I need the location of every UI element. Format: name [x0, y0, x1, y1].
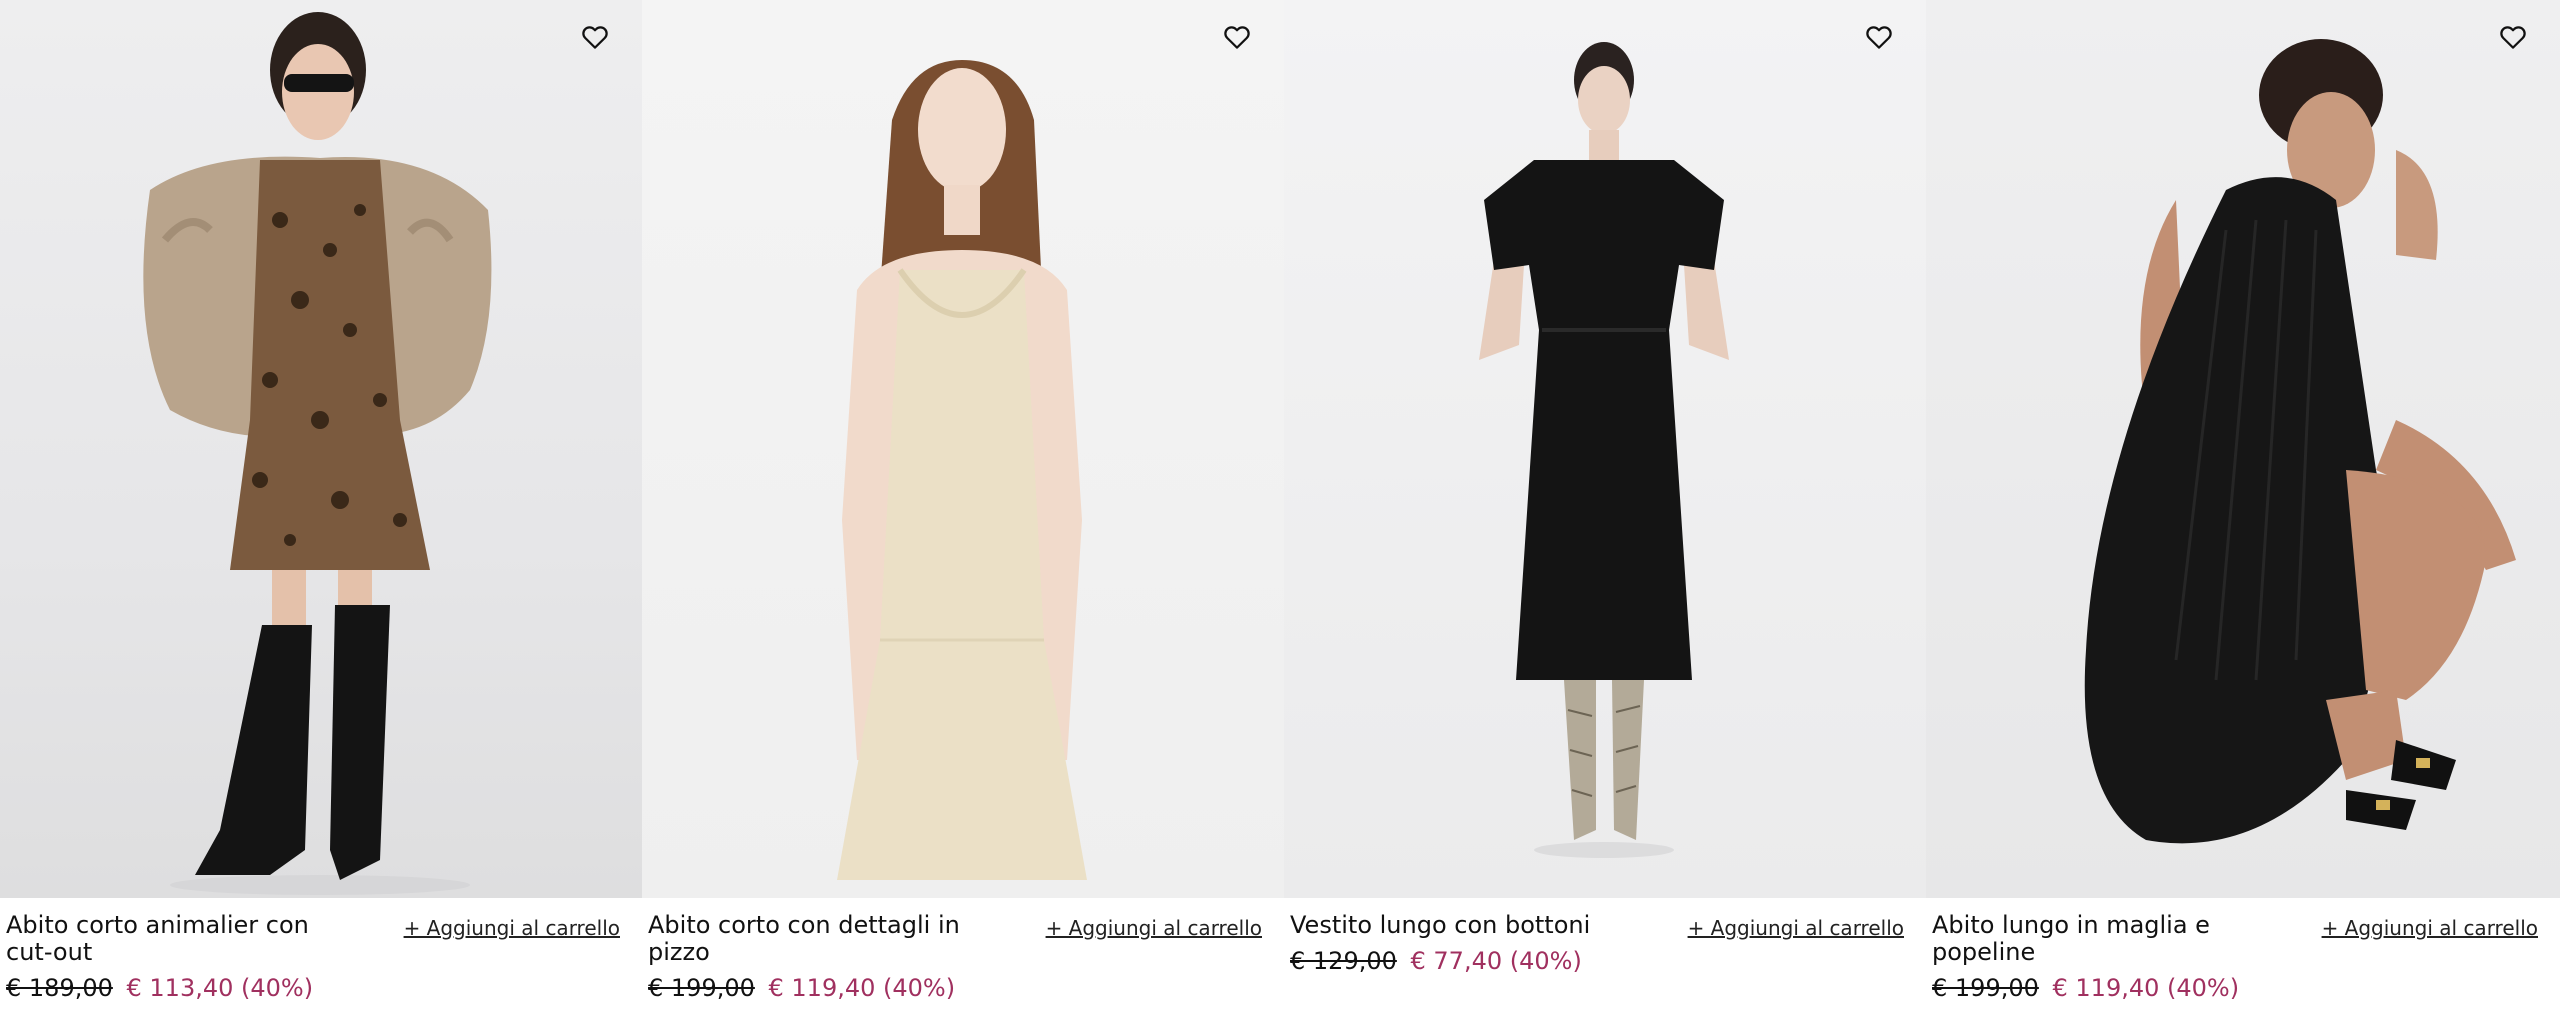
product-card: Abito corto con dettagli in pizzo + Aggi…	[642, 0, 1284, 1016]
product-info: Abito lungo in maglia e popeline + Aggiu…	[1926, 898, 2560, 1016]
original-price: € 189,00	[6, 974, 113, 1002]
original-price: € 199,00	[648, 974, 755, 1002]
product-image[interactable]	[1284, 0, 1926, 898]
heart-icon	[1224, 26, 1250, 49]
price-block: € 189,00 € 113,40 (40%)	[6, 974, 636, 1002]
model-photo-black-knit-dress	[2084, 39, 2516, 844]
product-card: Abito corto animalier con cut-out + Aggi…	[0, 0, 642, 1016]
wishlist-button[interactable]	[578, 20, 612, 54]
price-block: € 199,00 € 119,40 (40%)	[648, 974, 1278, 1002]
add-to-cart-link[interactable]: + Aggiungi al carrello	[2322, 916, 2538, 940]
model-photo-cream-lace-dress	[837, 60, 1087, 880]
product-name[interactable]: Abito corto con dettagli in pizzo	[648, 912, 978, 966]
sale-price: € 119,40 (40%)	[2052, 974, 2240, 1002]
model-photo-leopard-dress	[143, 12, 492, 895]
product-info: Abito corto con dettagli in pizzo + Aggi…	[642, 898, 1284, 1016]
product-info: Abito corto animalier con cut-out + Aggi…	[0, 898, 642, 1016]
wishlist-button[interactable]	[1862, 20, 1896, 54]
add-to-cart-link[interactable]: + Aggiungi al carrello	[404, 916, 620, 940]
product-image[interactable]	[642, 0, 1284, 898]
product-image[interactable]	[1926, 0, 2560, 898]
add-to-cart-link[interactable]: + Aggiungi al carrello	[1688, 916, 1904, 940]
product-image[interactable]	[0, 0, 642, 898]
sale-price: € 77,40 (40%)	[1410, 947, 1582, 975]
product-card: Vestito lungo con bottoni + Aggiungi al …	[1284, 0, 1926, 1016]
product-info: Vestito lungo con bottoni + Aggiungi al …	[1284, 898, 1926, 1016]
heart-icon	[582, 26, 608, 49]
product-grid: Abito corto animalier con cut-out + Aggi…	[0, 0, 2560, 1016]
heart-icon	[2500, 26, 2526, 49]
sale-price: € 113,40 (40%)	[126, 974, 314, 1002]
heart-icon	[1866, 26, 1892, 49]
price-block: € 129,00 € 77,40 (40%)	[1290, 947, 1920, 975]
product-name[interactable]: Vestito lungo con bottoni	[1290, 912, 1620, 939]
original-price: € 199,00	[1932, 974, 2039, 1002]
model-photo-black-midi-dress	[1479, 42, 1729, 858]
wishlist-button[interactable]	[1220, 20, 1254, 54]
wishlist-button[interactable]	[2496, 20, 2530, 54]
sale-price: € 119,40 (40%)	[768, 974, 956, 1002]
product-card: Abito lungo in maglia e popeline + Aggiu…	[1926, 0, 2560, 1016]
product-name[interactable]: Abito lungo in maglia e popeline	[1932, 912, 2262, 966]
price-block: € 199,00 € 119,40 (40%)	[1932, 974, 2554, 1002]
original-price: € 129,00	[1290, 947, 1397, 975]
product-name[interactable]: Abito corto animalier con cut-out	[6, 912, 336, 966]
add-to-cart-link[interactable]: + Aggiungi al carrello	[1046, 916, 1262, 940]
